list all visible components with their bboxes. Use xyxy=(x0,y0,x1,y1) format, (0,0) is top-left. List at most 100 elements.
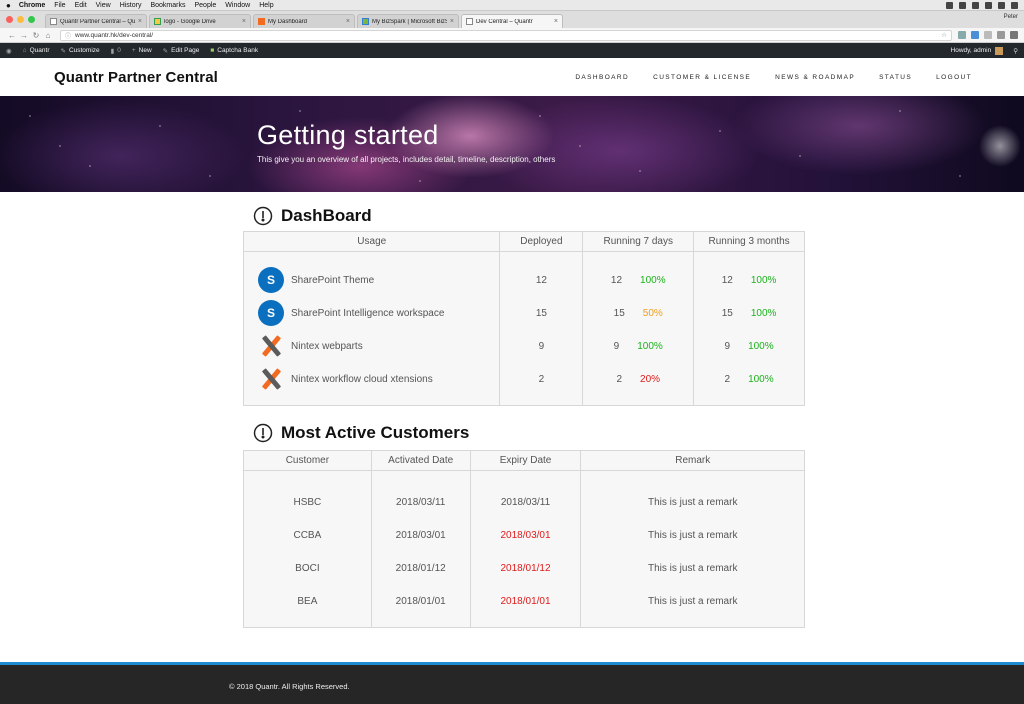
minimize-window-button[interactable] xyxy=(17,16,24,23)
menu-people[interactable]: People xyxy=(194,2,216,9)
running-3m-count: 15 xyxy=(721,307,733,319)
remark: This is just a remark xyxy=(647,595,738,607)
admin-customize-link[interactable]: ✎ Customize xyxy=(60,47,99,55)
table-header-row: Usage Deployed Running 7 days Running 3 … xyxy=(243,231,805,252)
menu-app-chrome[interactable]: Chrome xyxy=(19,2,45,9)
column-header: Expiry Date xyxy=(470,450,582,471)
tab-label: My BizSpark | Microsoft BizSp xyxy=(372,18,447,25)
zoom-window-button[interactable] xyxy=(28,16,35,23)
apple-icon[interactable]: ● xyxy=(6,1,11,10)
nav-logout[interactable]: LOGOUT xyxy=(936,74,972,81)
expiry-date: 2018/01/01 xyxy=(470,584,582,618)
search-icon[interactable]: ⚲ xyxy=(1013,47,1018,55)
reload-icon[interactable]: ↻ xyxy=(30,31,42,40)
extension-icon[interactable] xyxy=(984,31,992,39)
extension-icon[interactable] xyxy=(971,31,979,39)
activated-date: 2018/03/11 xyxy=(371,485,471,519)
close-window-button[interactable] xyxy=(6,16,13,23)
microsoft-icon xyxy=(362,18,369,25)
home-icon: ⌂ xyxy=(22,47,27,54)
nav-news-roadmap[interactable]: NEWS & ROADMAP xyxy=(775,74,855,81)
table-row: S SharePoint Theme 12 12 100% 12 100% xyxy=(243,263,805,297)
site-title[interactable]: Quantr Partner Central xyxy=(54,69,218,86)
product-name: SharePoint Theme xyxy=(291,274,375,286)
table-row: CCBA 2018/03/01 2018/03/01 This is just … xyxy=(243,518,805,552)
activated-date: 2018/03/01 xyxy=(371,518,471,552)
status-icon-3[interactable] xyxy=(972,1,979,9)
page-icon xyxy=(466,18,473,25)
product-name: Nintex workflow cloud xtensions xyxy=(291,373,433,385)
menu-bookmarks[interactable]: Bookmarks xyxy=(150,2,185,9)
column-header: Remark xyxy=(580,450,805,471)
status-icon-1[interactable] xyxy=(946,1,953,9)
browser-toolbar: ← → ↻ ⌂ ⓘ www.quantr.hk/dev-central/ ☆ xyxy=(0,28,1024,43)
dashboard-title: DashBoard xyxy=(281,206,372,225)
expiry-date: 2018/03/11 xyxy=(470,485,582,519)
nav-status[interactable]: STATUS xyxy=(879,74,912,81)
status-icon-2[interactable] xyxy=(959,1,966,9)
plus-icon: + xyxy=(131,47,136,54)
nav-customer-license[interactable]: CUSTOMER & LICENSE xyxy=(653,74,751,81)
admin-site-link[interactable]: ⌂ Quantr xyxy=(23,47,50,54)
running-3m-percent: 100% xyxy=(748,373,774,385)
back-arrow-icon[interactable]: ← xyxy=(6,31,18,40)
menu-window[interactable]: Window xyxy=(225,2,250,9)
menu-edit[interactable]: Edit xyxy=(75,2,87,9)
admin-edit-page-link[interactable]: ✎ Edit Page xyxy=(163,47,200,55)
dashboard-heading: DashBoard xyxy=(253,205,805,227)
profile-name[interactable]: Peter xyxy=(1004,14,1018,20)
extension-icon[interactable] xyxy=(958,31,966,39)
browser-tab[interactable]: My BizSpark | Microsoft BizSp × xyxy=(357,14,459,28)
star-icon[interactable]: ☆ xyxy=(941,31,947,39)
main-nav: DASHBOARD CUSTOMER & LICENSE NEWS & ROAD… xyxy=(575,74,972,81)
menu-file[interactable]: File xyxy=(54,2,65,9)
browser-tab[interactable]: logo - Google Drive × xyxy=(149,14,251,28)
remark: This is just a remark xyxy=(647,529,738,541)
activated-date: 2018/01/01 xyxy=(371,584,471,618)
tab-close-icon[interactable]: × xyxy=(242,18,246,25)
running-3m-percent: 100% xyxy=(748,340,774,352)
nav-dashboard[interactable]: DASHBOARD xyxy=(575,74,629,81)
running-7-count: 12 xyxy=(610,274,623,286)
captcha-icon: ■ xyxy=(210,47,215,54)
admin-captcha-link[interactable]: ■ Captcha Bank xyxy=(210,47,258,54)
status-icon-4[interactable] xyxy=(985,1,992,9)
wordpress-logo-icon[interactable]: ◉ xyxy=(6,47,12,55)
menu-help[interactable]: Help xyxy=(259,2,273,9)
admin-account-menu[interactable]: Howdy, admin ⚲ xyxy=(950,46,1018,55)
tab-close-icon[interactable]: × xyxy=(450,18,454,25)
nintex-icon xyxy=(258,18,265,25)
admin-comments-link[interactable]: ▮ 0 xyxy=(111,47,121,55)
status-icon-5[interactable] xyxy=(998,1,1005,9)
deployed-count: 9 xyxy=(499,329,584,363)
table-row: BOCI 2018/01/12 2018/01/12 This is just … xyxy=(243,551,805,585)
running-3m-count: 2 xyxy=(724,373,731,385)
forward-arrow-icon[interactable]: → xyxy=(18,31,30,40)
running-3m-count: 9 xyxy=(724,340,731,352)
tab-close-icon[interactable]: × xyxy=(346,18,350,25)
customer-name: HSBC xyxy=(243,485,372,519)
admin-new-link[interactable]: + New xyxy=(132,47,152,54)
running-7-count: 15 xyxy=(613,307,625,319)
howdy-text: Howdy, admin xyxy=(950,47,992,54)
deployed-count: 12 xyxy=(499,263,584,297)
address-bar[interactable]: ⓘ www.quantr.hk/dev-central/ ☆ xyxy=(60,29,952,41)
tab-close-icon[interactable]: × xyxy=(138,18,142,25)
column-header: Running 7 days xyxy=(582,231,695,252)
browser-tab-active[interactable]: Dev Central – Quantr × xyxy=(461,14,563,28)
running-7-percent: 100% xyxy=(637,340,663,352)
home-icon[interactable]: ⌂ xyxy=(42,31,54,40)
browser-tab[interactable]: My Dashboard × xyxy=(253,14,355,28)
hero-banner: Getting started This give you an overvie… xyxy=(0,96,1024,192)
column-header: Deployed xyxy=(499,231,584,252)
browser-tab[interactable]: Quantr Partner Central – Quar × xyxy=(45,14,147,28)
status-icon-6[interactable] xyxy=(1011,1,1018,9)
tab-close-icon[interactable]: × xyxy=(554,18,558,25)
info-icon[interactable]: ⓘ xyxy=(65,31,71,40)
menu-dots-icon[interactable] xyxy=(1010,31,1018,39)
devtools-icon[interactable] xyxy=(997,31,1005,39)
page-icon xyxy=(50,18,57,25)
menu-history[interactable]: History xyxy=(120,2,142,9)
menu-view[interactable]: View xyxy=(96,2,111,9)
drive-icon xyxy=(154,18,161,25)
